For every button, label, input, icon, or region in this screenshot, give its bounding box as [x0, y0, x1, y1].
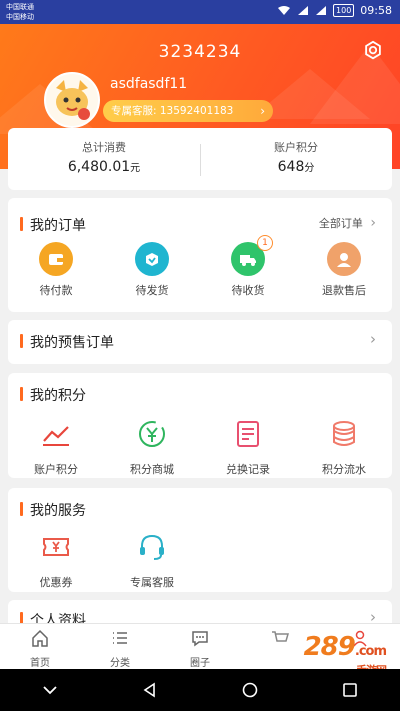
chevron-right-icon: ›	[260, 104, 265, 118]
battery-indicator: 100	[333, 4, 355, 17]
signal-icon-2	[316, 6, 327, 15]
section-title: 我的订单	[20, 215, 86, 235]
all-orders-label: 全部订单	[318, 217, 363, 230]
order-count-badge: 1	[257, 235, 273, 251]
section-title: 我的积分	[20, 385, 86, 405]
carrier-1: 中国联通	[6, 3, 34, 11]
points-account[interactable]: 账户积分	[8, 417, 104, 477]
services-card: 我的服务 优惠券 专属客服	[8, 488, 392, 592]
order-label: 待发货	[135, 284, 169, 297]
coin-stack-icon	[333, 421, 355, 446]
order-label: 退款售后	[322, 284, 366, 297]
trend-chart-icon	[43, 426, 69, 446]
avatar-mascot	[46, 74, 98, 126]
package-icon	[135, 242, 169, 276]
points-label: 积分商城	[130, 463, 174, 476]
wifi-icon	[278, 6, 291, 15]
stat-unit: 分	[304, 163, 315, 174]
stat-account-points[interactable]: 账户积分 648分	[200, 128, 392, 190]
stats-card: 总计消费 6,480.01元 账户积分 648分	[8, 128, 392, 190]
service-label: 专属客服: 13592401183	[111, 105, 234, 117]
cart-icon	[272, 631, 289, 642]
yen-circle-icon	[139, 421, 165, 447]
carrier-2: 中国移动	[6, 13, 34, 21]
order-label: 待收货	[231, 284, 265, 297]
service-label: 专属客服	[130, 576, 174, 589]
presale-orders-row[interactable]: 我的预售订单 ›	[8, 320, 392, 364]
service-coupons[interactable]: 优惠券	[8, 530, 104, 590]
stat-total-spend[interactable]: 总计消费 6,480.01元	[8, 128, 200, 190]
signal-icon	[298, 6, 309, 15]
service-exclusive-support[interactable]: 专属客服	[104, 530, 200, 590]
status-bar: 中国联通 中国移动 100 09:58	[0, 0, 400, 24]
service-agent-icon	[327, 242, 361, 276]
chevron-right-icon: ›	[370, 215, 376, 231]
watermark-text: 289	[303, 632, 356, 662]
wallet-icon	[39, 242, 73, 276]
all-orders-link[interactable]: 全部订单 ›	[319, 215, 376, 231]
section-title: 我的服务	[20, 500, 86, 520]
points-mall[interactable]: 积分商城	[104, 417, 200, 477]
page-title: 3234234	[158, 42, 242, 62]
carrier-labels: 中国联通 中国移动	[6, 2, 34, 22]
tab-label: 分类	[110, 658, 130, 669]
service-label: 优惠券	[39, 576, 73, 589]
order-pending-receipt[interactable]: 1 待收货	[200, 235, 296, 298]
home-circle-icon[interactable]	[241, 681, 259, 699]
order-pending-payment[interactable]: 待付款	[8, 242, 104, 298]
tab-label: 圈子	[190, 658, 210, 669]
stat-label: 总计消费	[82, 141, 126, 154]
avatar[interactable]	[44, 72, 100, 128]
exclusive-service-button[interactable]: 专属客服: 13592401183 ›	[103, 100, 273, 122]
tab-label: 首页	[30, 658, 50, 669]
stat-value: 6,480.01	[67, 159, 131, 175]
chevron-right-icon: ›	[370, 330, 376, 348]
chat-bubble-icon	[192, 631, 208, 647]
watermark-suffix: .com	[354, 644, 387, 659]
coupon-icon	[43, 538, 69, 556]
points-exchange-records[interactable]: 兑换记录	[200, 417, 296, 477]
stat-value: 648	[277, 159, 305, 175]
headset-icon	[140, 534, 164, 560]
clock: 09:58	[360, 4, 392, 17]
stat-label: 账户积分	[274, 141, 318, 154]
points-label: 账户积分	[34, 463, 78, 476]
order-pending-shipment[interactable]: 待发货	[104, 242, 200, 298]
chevron-down-icon[interactable]	[41, 681, 59, 699]
points-label: 积分流水	[322, 463, 366, 476]
section-title: 我的预售订单	[20, 332, 114, 352]
stat-unit: 元	[130, 163, 141, 174]
settings-gear-icon[interactable]	[362, 40, 384, 62]
delivery-truck-icon: 1	[231, 235, 273, 276]
tab-circle[interactable]: 圈子	[160, 624, 240, 669]
home-icon	[32, 629, 48, 647]
order-label: 待付款	[39, 284, 73, 297]
list-icon	[113, 632, 127, 644]
points-card: 我的积分 账户积分 积分商城 兑换记录 积分流水	[8, 373, 392, 478]
tab-category[interactable]: 分类	[80, 624, 160, 669]
tab-home[interactable]: 首页	[0, 624, 80, 669]
username: asdfasdf11	[110, 76, 188, 92]
receipt-icon	[237, 421, 259, 447]
system-nav-bar	[0, 669, 400, 711]
recents-square-icon[interactable]	[341, 681, 359, 699]
back-icon[interactable]	[141, 681, 159, 699]
order-refund-aftersale[interactable]: 退款售后	[296, 242, 392, 298]
divider	[200, 144, 201, 176]
points-label: 兑换记录	[226, 463, 270, 476]
points-flow[interactable]: 积分流水	[296, 417, 392, 477]
orders-card: 我的订单 全部订单 › 待付款 待发货 1 待收货 退款售后	[8, 198, 392, 312]
